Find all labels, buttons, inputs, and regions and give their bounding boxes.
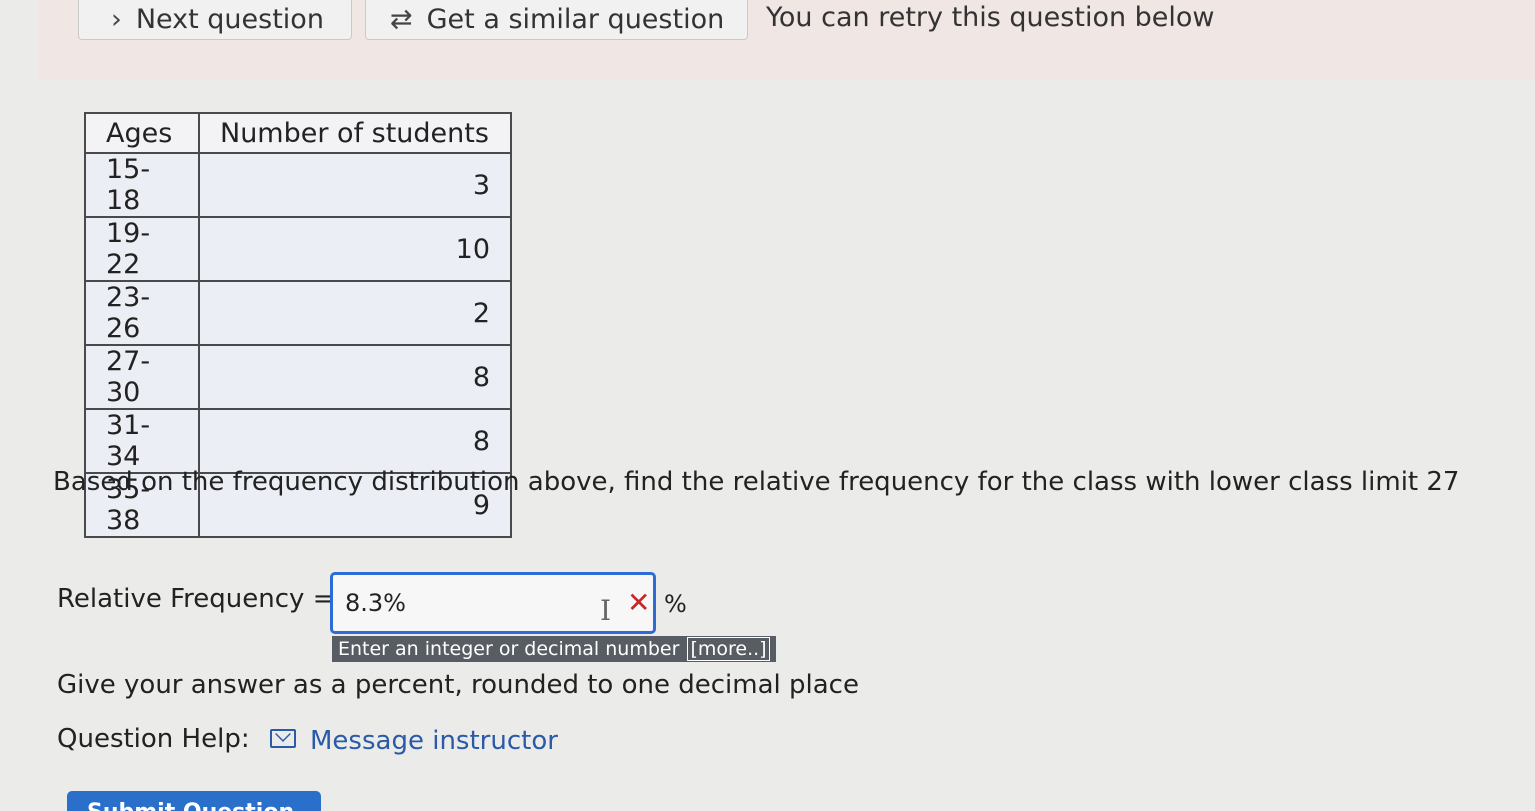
similar-question-label: Get a similar question xyxy=(426,4,725,35)
count-cell: 3 xyxy=(198,152,512,218)
repeat-icon: ⇄ xyxy=(390,4,413,35)
count-cell: 8 xyxy=(198,344,512,410)
text-cursor-icon: I xyxy=(600,594,612,627)
input-hint: Enter an integer or decimal number [more… xyxy=(332,636,776,662)
table-header-row: Ages Number of students xyxy=(84,112,512,154)
ages-cell: 23-26 xyxy=(84,280,200,346)
table-row: 19-22 10 xyxy=(84,216,512,282)
retry-message: You can retry this question below xyxy=(766,2,1215,33)
question-help-label: Question Help: xyxy=(57,724,250,754)
header-ages: Ages xyxy=(84,112,200,154)
percent-unit: % xyxy=(664,590,687,618)
header-number-of-students: Number of students xyxy=(198,112,512,154)
hint-text: Enter an integer or decimal number xyxy=(338,638,680,660)
chevron-right-icon: › xyxy=(111,4,122,35)
ages-cell: 31-34 xyxy=(84,408,200,474)
next-question-label: Next question xyxy=(135,4,324,35)
count-cell: 10 xyxy=(198,216,512,282)
count-cell: 2 xyxy=(198,280,512,346)
question-prompt: Based on the frequency distribution abov… xyxy=(53,467,1460,497)
ages-cell: 15-18 xyxy=(84,152,200,218)
table-row: 23-26 2 xyxy=(84,280,512,346)
hint-more-link[interactable]: [more..] xyxy=(687,637,770,661)
table-row: 31-34 8 xyxy=(84,408,512,474)
submit-question-button[interactable]: Submit Question xyxy=(67,791,321,811)
message-instructor-link[interactable]: Message instructor xyxy=(310,726,558,756)
ages-cell: 19-22 xyxy=(84,216,200,282)
count-cell: 8 xyxy=(198,408,512,474)
table-row: 15-18 3 xyxy=(84,152,512,218)
relative-frequency-label: Relative Frequency = xyxy=(57,584,335,614)
similar-question-button[interactable]: ⇄ Get a similar question xyxy=(365,0,748,40)
next-question-button[interactable]: › Next question xyxy=(78,0,352,40)
ages-cell: 27-30 xyxy=(84,344,200,410)
answer-instruction: Give your answer as a percent, rounded t… xyxy=(57,670,859,700)
mail-icon[interactable] xyxy=(270,729,296,748)
page: › Next question ⇄ Get a similar question… xyxy=(0,0,1535,811)
clear-icon[interactable]: ✕ xyxy=(627,586,650,619)
table-row: 27-30 8 xyxy=(84,344,512,410)
